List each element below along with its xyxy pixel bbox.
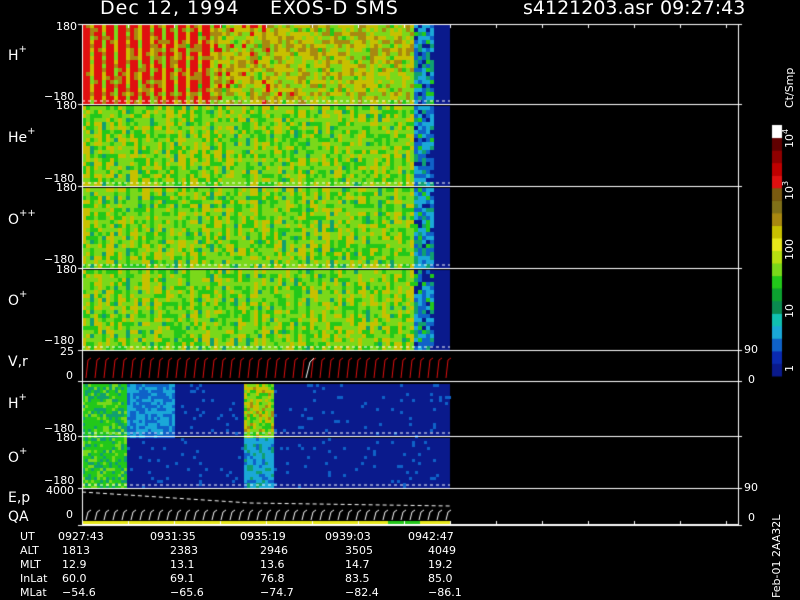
- footer-value: 3505: [345, 544, 373, 557]
- right-tick: 90: [744, 481, 758, 494]
- colorbar-tick-100: 100: [783, 239, 796, 260]
- footer-value: 76.8: [260, 572, 285, 585]
- panel-label-opp: O++: [8, 208, 36, 228]
- footer-label-mlt: MLT: [20, 558, 41, 571]
- footer-label-inlat: InLat: [20, 572, 48, 585]
- footer-value: 0935:19: [240, 530, 286, 543]
- file-name: s4121203.asr: [523, 0, 653, 19]
- panel-label-o: O+: [8, 289, 28, 309]
- footer-value: 13.6: [260, 558, 285, 571]
- y-tick: 180: [56, 20, 77, 33]
- footer-value: −82.4: [345, 586, 379, 599]
- footer-value: 83.5: [345, 572, 370, 585]
- colorbar-tick-1: 1: [783, 365, 796, 372]
- panel-label-h: H+: [8, 44, 27, 64]
- footer-value: −65.6: [170, 586, 204, 599]
- footer-value: 4049: [428, 544, 456, 557]
- footer-label-alt: ALT: [20, 544, 39, 557]
- y-tick: 4000: [46, 484, 74, 497]
- footer-value: 0927:43: [58, 530, 104, 543]
- panel-label-o2: O+: [8, 446, 28, 466]
- y-tick: 180: [56, 431, 77, 444]
- footer-value: 0942:47: [408, 530, 454, 543]
- colorbar-tick-10000: 104: [781, 128, 796, 148]
- y-tick: 180: [56, 181, 77, 194]
- footer-value: 14.7: [345, 558, 370, 571]
- footer-value: 12.9: [62, 558, 87, 571]
- footer-value: 13.1: [170, 558, 195, 571]
- footer-value: 1813: [62, 544, 90, 557]
- instrument-name: EXOS-D SMS: [270, 0, 399, 19]
- right-tick: 0: [748, 373, 755, 386]
- colorbar-unit: Ct/Smp: [783, 67, 796, 108]
- y-tick: 0: [66, 508, 73, 521]
- y-tick: 0: [66, 369, 73, 382]
- panel-label-ep: E,p: [8, 490, 31, 506]
- footer-label-mlat: MLat: [20, 586, 47, 599]
- footer-value: 60.0: [62, 572, 87, 585]
- footer-value: 0931:35: [150, 530, 196, 543]
- right-tick: 90: [744, 343, 758, 356]
- spectrogram-plot: [0, 0, 800, 600]
- panel-label-he: He+: [8, 126, 36, 146]
- footer-value: 0939:03: [325, 530, 371, 543]
- y-tick: 180: [56, 99, 77, 112]
- y-tick: 180: [56, 263, 77, 276]
- footer-value: 2946: [260, 544, 288, 557]
- panel-label-vr: V,r: [8, 354, 28, 370]
- panel-label-qa: QA: [8, 509, 29, 525]
- footer-value: −54.6: [62, 586, 96, 599]
- footer-value: −74.7: [260, 586, 294, 599]
- footer-value: 2383: [170, 544, 198, 557]
- right-tick: 0: [748, 511, 755, 524]
- file-time: 09:27:43: [660, 0, 746, 19]
- footer-value: −86.1: [428, 586, 462, 599]
- footer-value: 85.0: [428, 572, 453, 585]
- footer-stamp: Feb-01 2AA32L: [770, 514, 783, 598]
- y-tick: 25: [60, 345, 74, 358]
- plot-date: Dec 12, 1994: [100, 0, 240, 19]
- footer-value: 19.2: [428, 558, 453, 571]
- colorbar-tick-10: 10: [783, 304, 796, 318]
- footer-label-ut: UT: [20, 530, 35, 543]
- colorbar-tick-1000: 103: [781, 180, 796, 200]
- footer-value: 69.1: [170, 572, 195, 585]
- panel-label-h2: H+: [8, 392, 27, 412]
